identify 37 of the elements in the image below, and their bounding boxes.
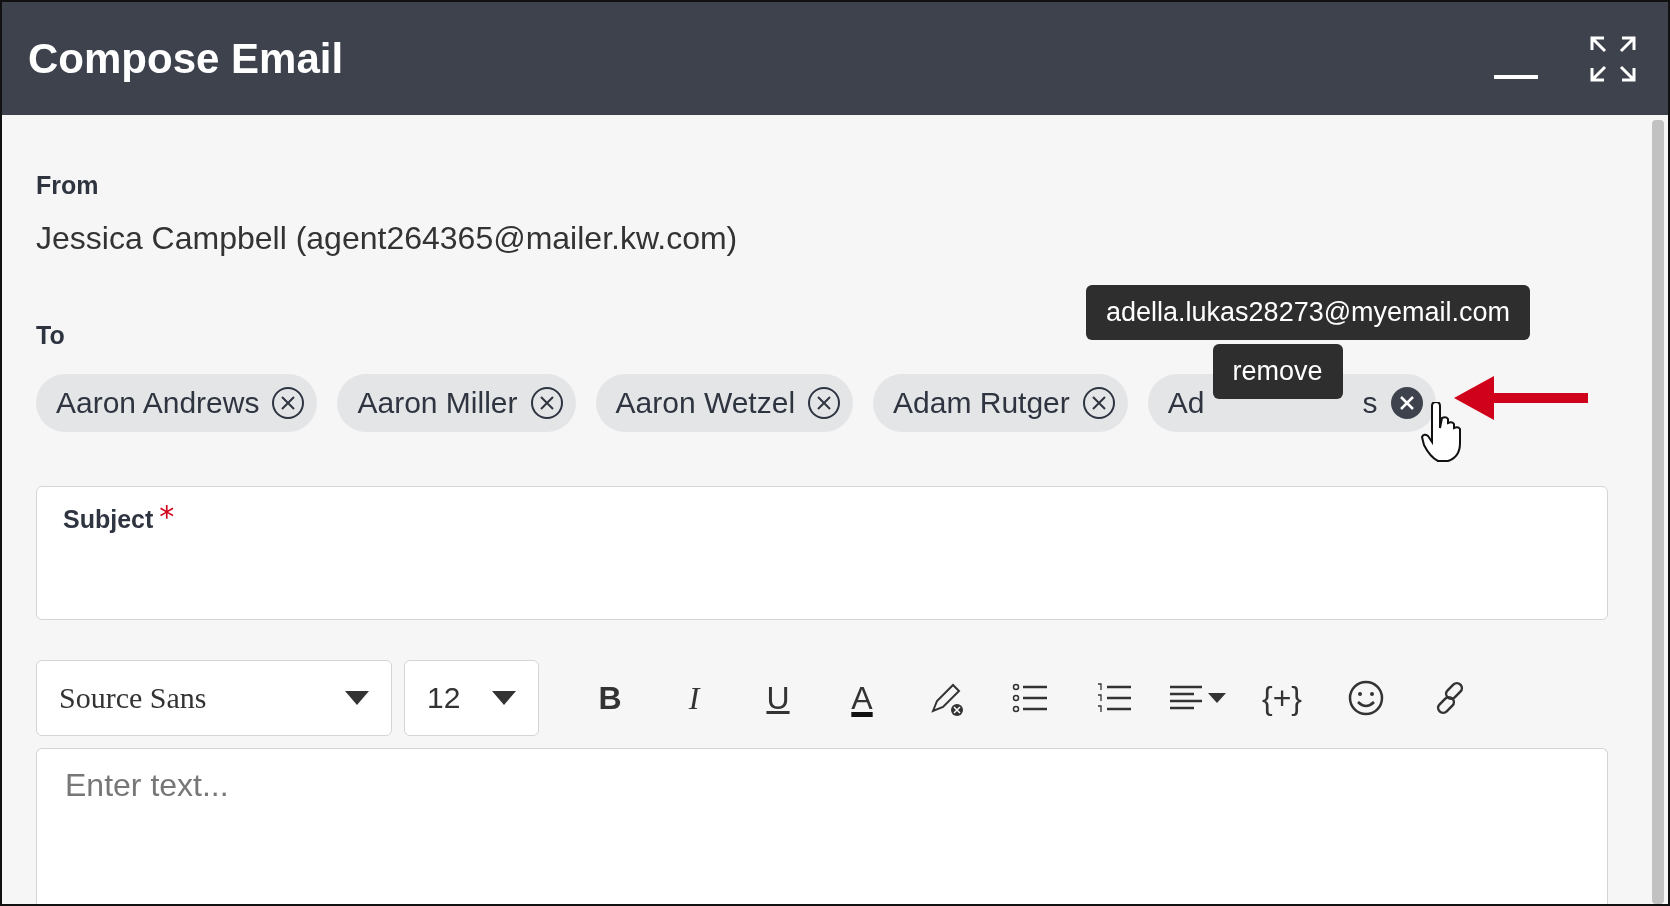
caret-icon bbox=[345, 691, 369, 705]
sender-address: Jessica Campbell (agent264365@mailer.kw.com) bbox=[36, 220, 739, 257]
window-title: Compose Email bbox=[28, 34, 345, 83]
size-dropdown[interactable]: 12 bbox=[404, 660, 539, 736]
recipient-name: Aaron Miller bbox=[357, 386, 518, 420]
remove-icon[interactable] bbox=[1389, 386, 1424, 420]
recipient-name: Aaron Andrews bbox=[56, 386, 260, 420]
subject-field[interactable]: Subject * bbox=[36, 486, 1608, 620]
smiley-icon bbox=[1347, 679, 1385, 717]
scrollbar[interactable] bbox=[1652, 120, 1664, 904]
recipient-chip[interactable]: Aaron Andrews bbox=[36, 374, 318, 432]
remove-icon[interactable] bbox=[1081, 386, 1116, 420]
recipient-chip[interactable]: Aaron Wetzel bbox=[595, 374, 854, 432]
format-button[interactable]: I bbox=[661, 668, 727, 728]
recipient-chip[interactable]: Adam Rutger bbox=[873, 374, 1128, 432]
font-dropdown[interactable]: Source Sans bbox=[36, 660, 392, 736]
format-button[interactable]: {+} bbox=[1249, 668, 1315, 728]
from-label: From bbox=[36, 171, 99, 200]
recipient-name: s bbox=[1362, 386, 1378, 420]
format-button[interactable]: A bbox=[829, 668, 895, 728]
remove-icon[interactable] bbox=[807, 386, 842, 420]
to-label: To bbox=[36, 321, 65, 350]
caret-icon bbox=[492, 691, 516, 705]
recipient-name: Ad bbox=[1167, 386, 1205, 420]
remove-icon[interactable] bbox=[529, 386, 564, 420]
format-button[interactable]: U bbox=[745, 668, 811, 728]
required-mark: * bbox=[159, 499, 175, 534]
email-tooltip: adella.lukas28273@myemail.com bbox=[1086, 285, 1531, 340]
recipient-name: Aaron Wetzel bbox=[615, 386, 796, 420]
subject-label: Subject bbox=[63, 505, 154, 533]
maximize-icon[interactable] bbox=[1590, 35, 1636, 82]
recipient-name: Adam Rutger bbox=[893, 386, 1070, 420]
recipient-chip[interactable]: Aaron Miller bbox=[337, 374, 576, 432]
message-editor[interactable]: Enter text... bbox=[36, 748, 1608, 904]
remove-tooltip: remove bbox=[1212, 344, 1343, 399]
remove-icon[interactable] bbox=[271, 386, 306, 420]
format-button[interactable]: B bbox=[577, 668, 643, 728]
